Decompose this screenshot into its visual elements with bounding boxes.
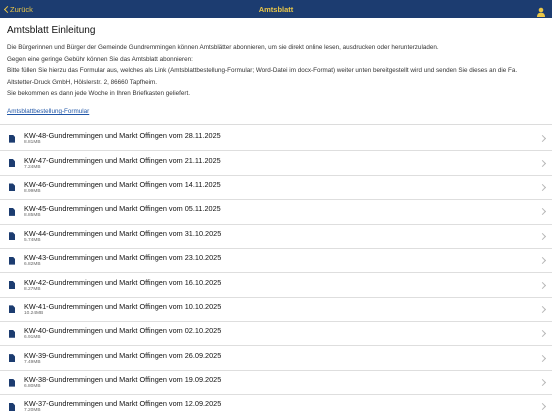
intro-heading: Amtsblatt Einleitung: [7, 25, 96, 36]
document-icon: [9, 305, 15, 314]
back-button[interactable]: Zurück: [4, 5, 33, 14]
chevron-right-icon: [540, 403, 546, 411]
document-icon: [9, 159, 15, 168]
intro-line: Sie bekommen es dann jede Woche in Ihren…: [7, 90, 190, 98]
document-text: KW-38-Gundremmingen und Markt Offingen v…: [24, 375, 540, 390]
document-title: KW-46-Gundremmingen und Markt Offingen v…: [24, 179, 221, 189]
chevron-right-icon: [540, 135, 546, 143]
document-text: KW-42-Gundremmingen und Markt Offingen v…: [24, 278, 540, 293]
intro-section: Amtsblatt Einleitung Die Bürgerinnen und…: [0, 18, 552, 125]
navigation-bar: Zurück Amtsblatt: [0, 0, 552, 18]
document-row[interactable]: KW-46-Gundremmingen und Markt Offingen v…: [0, 176, 552, 201]
document-text: KW-37-Gundremmingen und Markt Offingen v…: [24, 399, 540, 414]
document-row[interactable]: KW-45-Gundremmingen und Markt Offingen v…: [0, 200, 552, 225]
document-text: KW-45-Gundremmingen und Markt Offingen v…: [24, 204, 540, 219]
intro-line: Altstetter-Druck GmbH, Hölslerstr. 2, 86…: [7, 78, 158, 86]
chevron-right-icon: [540, 330, 546, 338]
document-row[interactable]: KW-42-Gundremmingen und Markt Offingen v…: [0, 273, 552, 298]
document-row[interactable]: KW-38-Gundremmingen und Markt Offingen v…: [0, 371, 552, 396]
document-icon: [9, 329, 15, 338]
document-icon: [9, 402, 15, 411]
document-title: KW-45-Gundremmingen und Markt Offingen v…: [24, 204, 221, 214]
document-row[interactable]: KW-47-Gundremmingen und Markt Offingen v…: [0, 151, 552, 176]
document-size: 6.82MB: [24, 262, 41, 268]
document-text: KW-39-Gundremmingen und Markt Offingen v…: [24, 351, 540, 366]
document-size: 5.74MB: [24, 237, 41, 243]
document-text: KW-43-Gundremmingen und Markt Offingen v…: [24, 253, 540, 268]
chevron-right-icon: [540, 281, 546, 289]
document-icon: [9, 281, 15, 289]
document-title: KW-39-Gundremmingen und Markt Offingen v…: [24, 350, 222, 360]
document-text: KW-44-Gundremmingen und Markt Offingen v…: [24, 229, 540, 244]
document-title: KW-41-Gundremmingen und Markt Offingen v…: [24, 301, 222, 311]
user-button[interactable]: [536, 4, 546, 17]
user-icon: [537, 7, 545, 17]
document-row[interactable]: KW-41-Gundremmingen und Markt Offingen v…: [0, 298, 552, 323]
document-row[interactable]: KW-37-Gundremmingen und Markt Offingen v…: [0, 395, 552, 414]
document-row[interactable]: KW-40-Gundremmingen und Markt Offingen v…: [0, 322, 552, 347]
order-form-link[interactable]: Amtsblattbestellung-Formular: [7, 108, 89, 115]
document-title: KW-43-Gundremmingen und Markt Offingen v…: [24, 253, 222, 263]
chevron-right-icon: [540, 183, 546, 191]
document-text: KW-46-Gundremmingen und Markt Offingen v…: [24, 180, 540, 195]
page-title: Amtsblatt: [258, 4, 294, 14]
back-button-label: Zurück: [10, 4, 33, 14]
document-title: KW-40-Gundremmingen und Markt Offingen v…: [24, 326, 222, 336]
document-size: 8.27MB: [24, 286, 41, 292]
document-size: 7.20MB: [24, 408, 41, 414]
document-size: 6.91MB: [24, 335, 41, 341]
document-title: KW-47-Gundremmingen und Markt Offingen v…: [24, 155, 221, 165]
document-row[interactable]: KW-39-Gundremmingen und Markt Offingen v…: [0, 346, 552, 371]
document-row[interactable]: KW-43-Gundremmingen und Markt Offingen v…: [0, 249, 552, 274]
document-size: 8.99MB: [24, 188, 41, 194]
document-size: 7.49MB: [24, 359, 41, 365]
chevron-right-icon: [540, 232, 546, 240]
document-row[interactable]: KW-48-Gundremmingen und Markt Offingen v…: [0, 127, 552, 152]
document-icon: [9, 378, 15, 387]
document-list: KW-48-Gundremmingen und Markt Offingen v…: [0, 127, 552, 414]
document-title: KW-37-Gundremmingen und Markt Offingen v…: [24, 399, 222, 409]
chevron-right-icon: [540, 354, 546, 362]
intro-line: Gegen eine geringe Gebühr können Sie das…: [7, 55, 193, 63]
document-text: KW-47-Gundremmingen und Markt Offingen v…: [24, 156, 540, 171]
document-size: 10.24MB: [24, 310, 44, 316]
chevron-right-icon: [540, 379, 546, 387]
chevron-right-icon: [540, 257, 546, 265]
intro-line: Bitte füllen Sie hierzu das Formular aus…: [7, 67, 518, 75]
document-icon: [9, 256, 15, 265]
chevron-left-icon: [4, 6, 8, 12]
chevron-right-icon: [540, 159, 546, 167]
document-icon: [9, 134, 15, 143]
document-icon: [9, 232, 15, 241]
document-title: KW-38-Gundremmingen und Markt Offingen v…: [24, 375, 222, 385]
document-text: KW-48-Gundremmingen und Markt Offingen v…: [24, 131, 540, 146]
document-row[interactable]: KW-44-Gundremmingen und Markt Offingen v…: [0, 225, 552, 249]
document-size: 6.80MB: [24, 384, 41, 390]
document-size: 8.85MB: [24, 213, 41, 219]
chevron-right-icon: [540, 305, 546, 313]
document-title: KW-42-Gundremmingen und Markt Offingen v…: [24, 277, 222, 287]
document-icon: [9, 183, 15, 192]
document-title: KW-48-Gundremmingen und Markt Offingen v…: [24, 131, 221, 141]
document-icon: [9, 354, 15, 363]
document-text: KW-41-Gundremmingen und Markt Offingen v…: [24, 302, 540, 317]
document-size: 8.81MB: [24, 140, 41, 146]
chevron-right-icon: [540, 208, 546, 216]
document-text: KW-40-Gundremmingen und Markt Offingen v…: [24, 326, 540, 341]
intro-line: Die Bürgerinnen und Bürger der Gemeinde …: [7, 44, 439, 51]
document-icon: [9, 207, 15, 216]
document-title: KW-44-Gundremmingen und Markt Offingen v…: [24, 228, 222, 238]
document-size: 7.24MB: [24, 164, 41, 170]
